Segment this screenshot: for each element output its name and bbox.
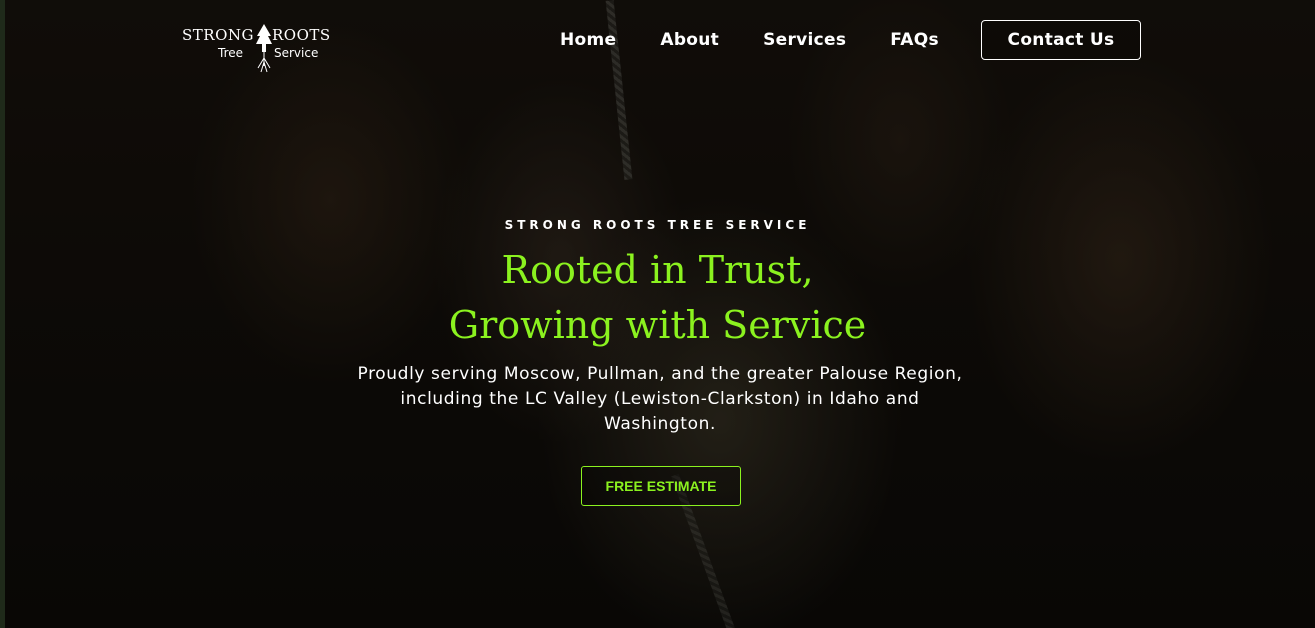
contact-us-button[interactable]: Contact Us	[981, 20, 1141, 60]
logo-word-right: ROOTS	[272, 26, 331, 44]
hero-headline: Rooted in Trust, Growing with Service	[0, 243, 1315, 353]
site-logo[interactable]: STRONG ROOTS Tree Service	[182, 20, 334, 74]
tree-roots-icon	[256, 24, 272, 73]
nav-link-about[interactable]: About	[660, 30, 719, 50]
logo-sub-right: Service	[274, 46, 319, 60]
hero-headline-line2: Growing with Service	[448, 303, 867, 347]
logo-sub-left: Tree	[218, 46, 244, 60]
hero-headline-line1: Rooted in Trust,	[501, 248, 814, 292]
hero-content: STRONG ROOTS Tree Service Home About Ser…	[0, 0, 1315, 628]
logo-word-left: STRONG	[182, 26, 254, 44]
main-nav: Home About Services FAQs	[560, 20, 983, 60]
hero-description: Proudly serving Moscow, Pullman, and the…	[357, 364, 963, 434]
nav-link-services[interactable]: Services	[763, 30, 846, 50]
hero-section: STRONG ROOTS Tree Service Home About Ser…	[0, 0, 1315, 628]
left-edge-strip	[0, 0, 5, 628]
nav-link-faqs[interactable]: FAQs	[890, 30, 939, 50]
nav-link-home[interactable]: Home	[560, 30, 616, 50]
free-estimate-button[interactable]: FREE ESTIMATE	[581, 466, 741, 506]
hero-eyebrow: STRONG ROOTS TREE SERVICE	[504, 218, 811, 232]
